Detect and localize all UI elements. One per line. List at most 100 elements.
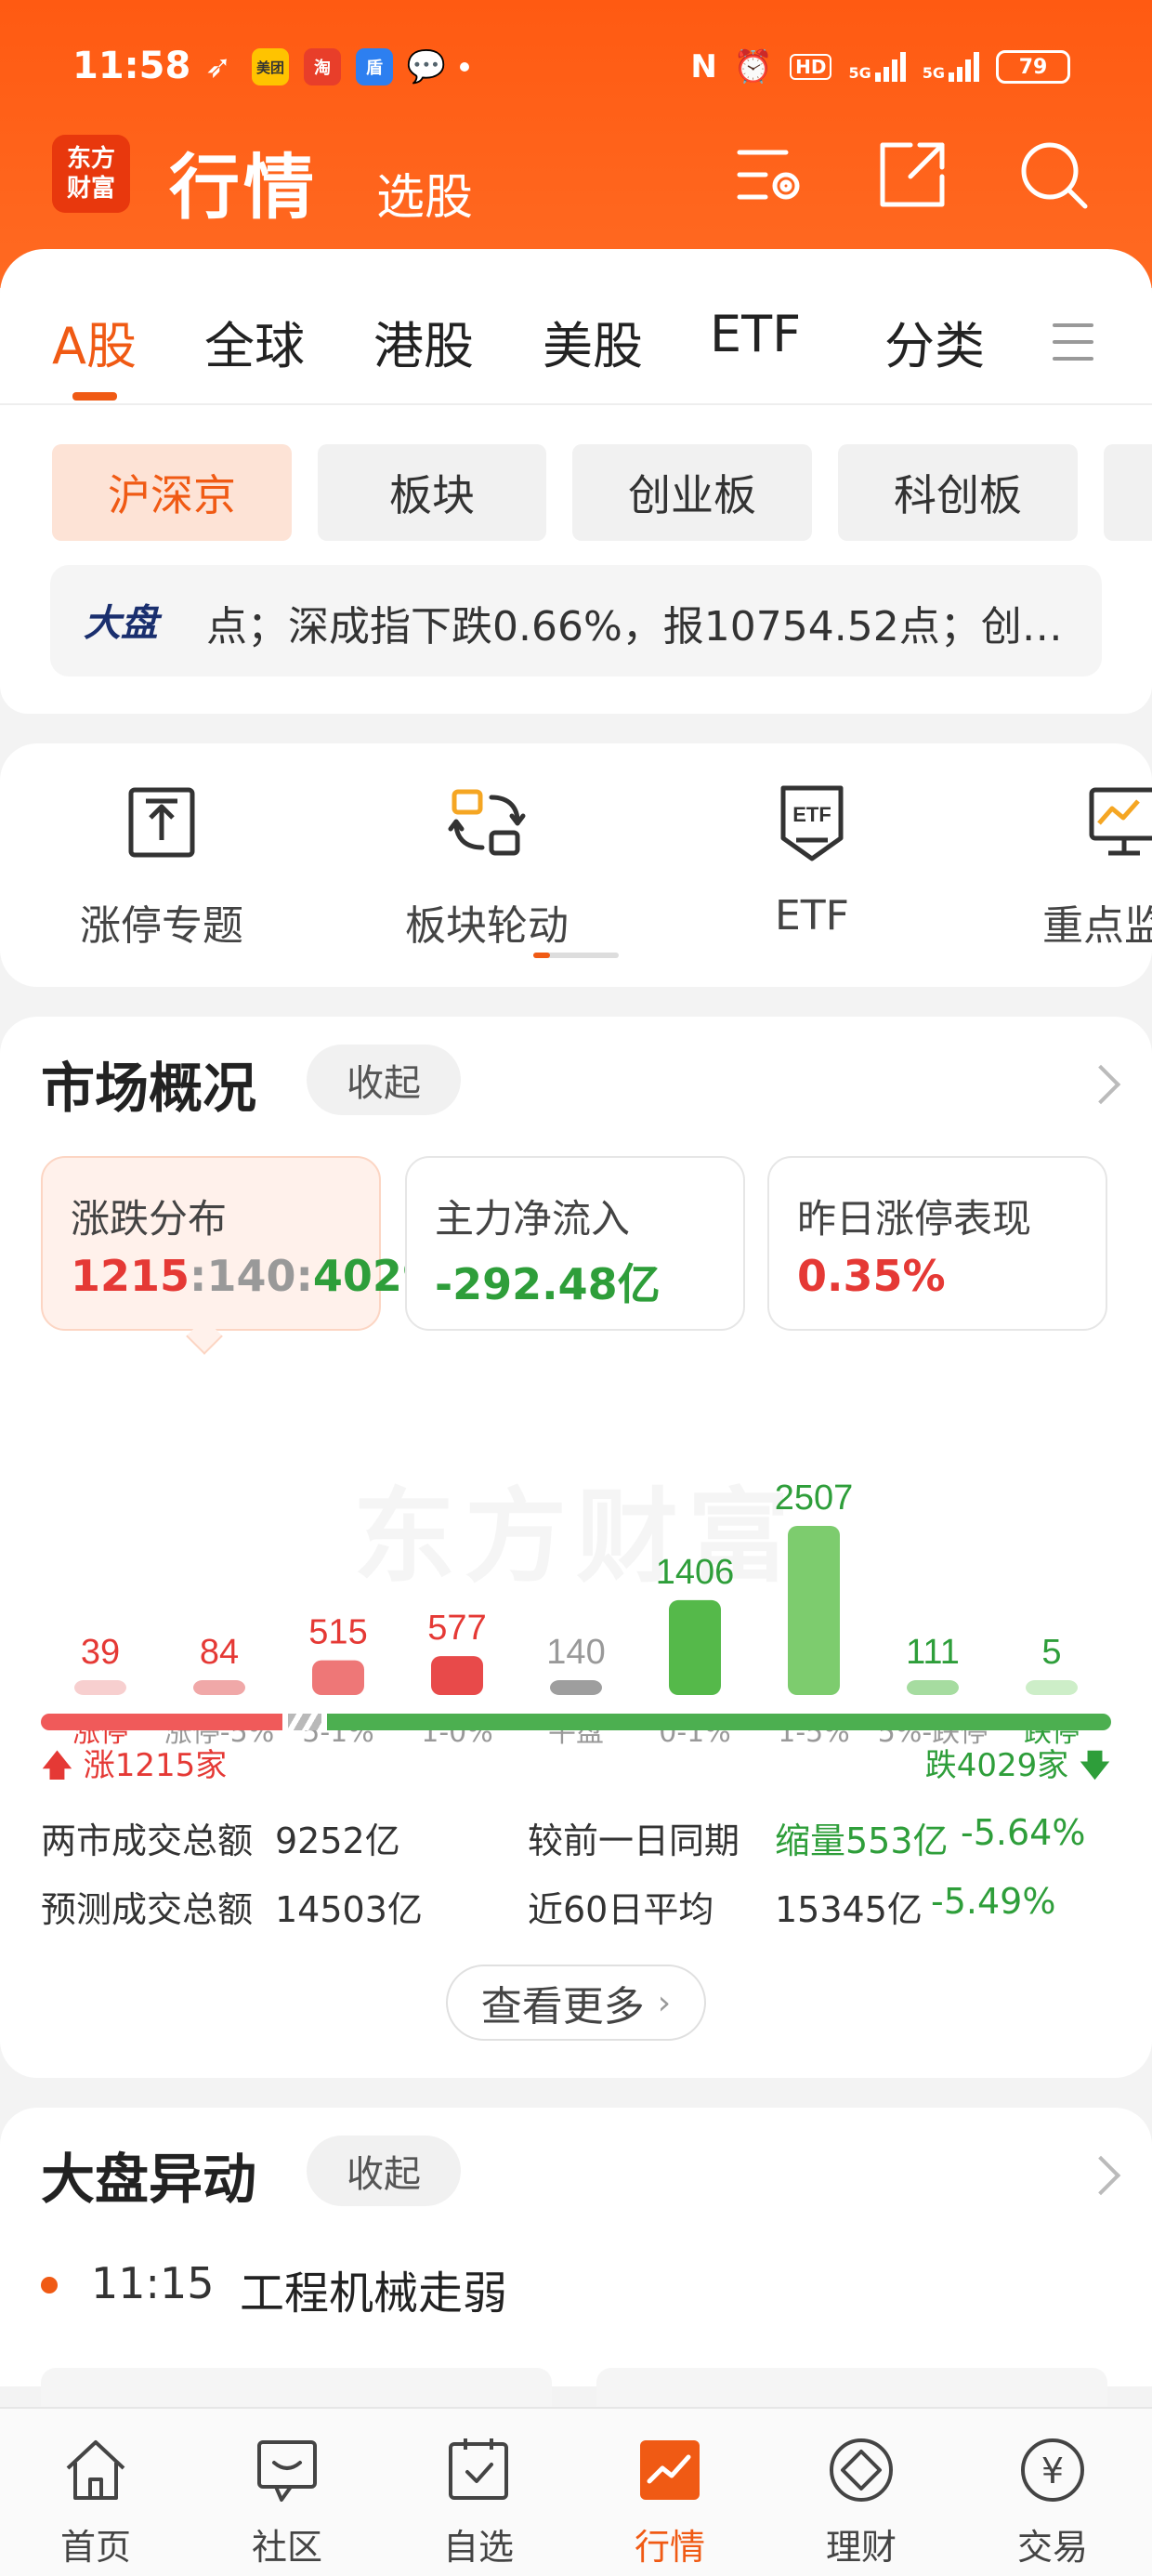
movement-time: 11:15 [91,2258,215,2308]
market-tabs: A股 全球 港股 美股 ETF 分类 [0,305,1152,398]
chip-more[interactable] [1104,444,1152,541]
stat-distribution[interactable]: 涨跌分布 1215:140:4029 [41,1156,432,1331]
row-delta: 15345亿 [775,1889,923,1930]
notification-icons: ➶ 美团 淘 盾 💬 [200,48,469,85]
row-label: 近60日平均 [528,1889,714,1930]
top-nav: 东方 财富 行情 选股 [0,130,1152,232]
search-icon[interactable] [1016,138,1091,212]
quick-entries: 涨停专题 板块轮动 ETF ETF 重点监控 [0,743,1152,987]
nav-label: 首页 [59,2527,131,2568]
collapse-button[interactable]: 收起 [307,1045,461,1115]
section-title: 市场概况 [41,1057,257,1120]
home-icon [66,2440,125,2500]
chart-value-label: 577 [427,1609,486,1648]
nav-label: 行情 [634,2527,705,2568]
trade-icon: ¥ [1021,2438,1084,2502]
page-indicator [533,953,619,958]
arrow-down-icon: 🡇 [1079,1747,1111,1784]
app-logo[interactable]: 东方 财富 [52,135,130,213]
status-bar: 11:58 ➶ 美团 淘 盾 💬 Ν ⏰ HD 5G 5G 79 [0,37,1152,102]
limit-up-icon [128,787,195,858]
chip-hs[interactable]: 沪深京 [52,444,292,541]
svg-text:ETF: ETF [792,803,831,826]
nav-home[interactable]: 首页 [0,2431,191,2569]
settings-icon[interactable] [734,138,808,212]
nav-label: 自选 [442,2527,514,2568]
market-overview: 市场概况 收起 涨跌分布 1215:140:4029 主力净流入 -292.48… [0,1017,1152,2078]
ratio-up [41,1714,282,1730]
entry-rotation[interactable]: 板块轮动 [366,781,608,952]
row-label: 较前一日同期 [528,1820,740,1861]
row-value: 9252亿 [275,1820,400,1861]
active-tab-indicator [72,392,117,401]
chart-value-label: 2507 [775,1479,854,1518]
signal-icon: 5G [848,52,906,82]
nav-trade[interactable]: ¥ 交易 [957,2431,1148,2569]
shield-app-icon: 盾 [356,48,393,85]
market-movement: 大盘异动 收起 11:15 工程机械走弱 [0,2108,1152,2442]
share-icon[interactable] [875,138,949,212]
tab-a-shares[interactable]: A股 [52,305,137,378]
page-title[interactable]: 行情 [169,130,318,232]
stat-value: 1215:140:4029 [71,1251,432,1301]
chart-value-label: 84 [200,1633,239,1672]
stock-picker-link[interactable]: 选股 [376,158,473,228]
chart-bar [431,1656,483,1695]
chart-value-label: 140 [546,1633,605,1672]
chart-bar [669,1599,721,1695]
chevron-right-icon[interactable] [1080,2155,1121,2196]
news-ticker[interactable]: 大盘 点；深成指下跌0.66%，报10754.52点；创… [50,565,1102,677]
nav-market[interactable]: 行情 [574,2431,766,2569]
svg-text:¥: ¥ [1041,2451,1064,2491]
entry-monitor[interactable]: 重点监控 [1003,781,1152,952]
chart-bar [193,1680,245,1695]
market-tabs-card: A股 全球 港股 美股 ETF 分类 沪深京 板块 创业板 科创板 大盘 点；深… [0,249,1152,714]
arrow-up-icon: 🡅 [41,1747,73,1784]
etf-icon: ETF [780,785,844,861]
tab-global[interactable]: 全球 [204,305,305,378]
news-text: 点；深成指下跌0.66%，报10754.52点；创… [206,603,1063,651]
chart-value-label: 39 [81,1633,120,1672]
tab-category[interactable]: 分类 [884,305,985,378]
entry-limit-up[interactable]: 涨停专题 [41,781,282,952]
nav-community[interactable]: 社区 [191,2431,383,2569]
chip-sector[interactable]: 板块 [318,444,546,541]
stat-title: 主力净流入 [435,1196,631,1242]
ratio-down [326,1714,1111,1730]
row-label: 两市成交总额 [41,1820,254,1861]
news-badge: 大盘 [84,602,158,645]
taobao-icon: 淘 [304,48,341,85]
wechat-icon: 💬 [406,48,447,85]
stat-net-inflow[interactable]: 主力净流入 -292.48亿 [405,1156,745,1331]
nav-watchlist[interactable]: 自选 [383,2431,574,2569]
tab-us[interactable]: 美股 [543,305,643,378]
entry-label: 涨停专题 [80,902,243,950]
entry-label: ETF [775,892,849,940]
nav-wealth[interactable]: 理财 [766,2431,957,2569]
stat-yesterday-limit[interactable]: 昨日涨停表现 0.35% [767,1156,1107,1331]
movement-text[interactable]: 工程机械走弱 [240,2256,507,2321]
collapse-button[interactable]: 收起 [307,2136,461,2206]
meituan-icon: 美团 [252,48,289,85]
nav-label: 交易 [1016,2527,1088,2568]
row-pct: -5.49% [931,1881,1056,1922]
distribution-chart: 39涨停84涨停-5%5155-1%5771-0%140平盘14060-1%25… [72,1479,1080,1749]
tab-hk[interactable]: 港股 [373,305,474,378]
row-delta: 缩量553亿 [775,1820,949,1861]
battery-icon: 79 [996,50,1070,84]
entry-etf[interactable]: ETF ETF [691,781,933,940]
chart-value-label: 1406 [656,1553,735,1592]
tab-menu-icon[interactable] [1053,323,1093,374]
more-dot-icon [460,62,469,72]
chevron-right-icon[interactable] [1080,1064,1121,1105]
view-more-button[interactable]: 查看更多 › [446,1965,706,2041]
chip-star[interactable]: 科创板 [838,444,1078,541]
row-value: 14503亿 [275,1889,423,1930]
divider [0,403,1152,405]
chip-chinext[interactable]: 创业板 [572,444,812,541]
row-label: 预测成交总额 [41,1889,254,1930]
tab-etf[interactable]: ETF [710,305,801,363]
nav-label: 社区 [251,2527,322,2568]
stat-value: 0.35% [797,1251,946,1301]
bottom-nav: 首页 社区 自选 行情 理财 ¥ 交易 [0,2407,1152,2576]
